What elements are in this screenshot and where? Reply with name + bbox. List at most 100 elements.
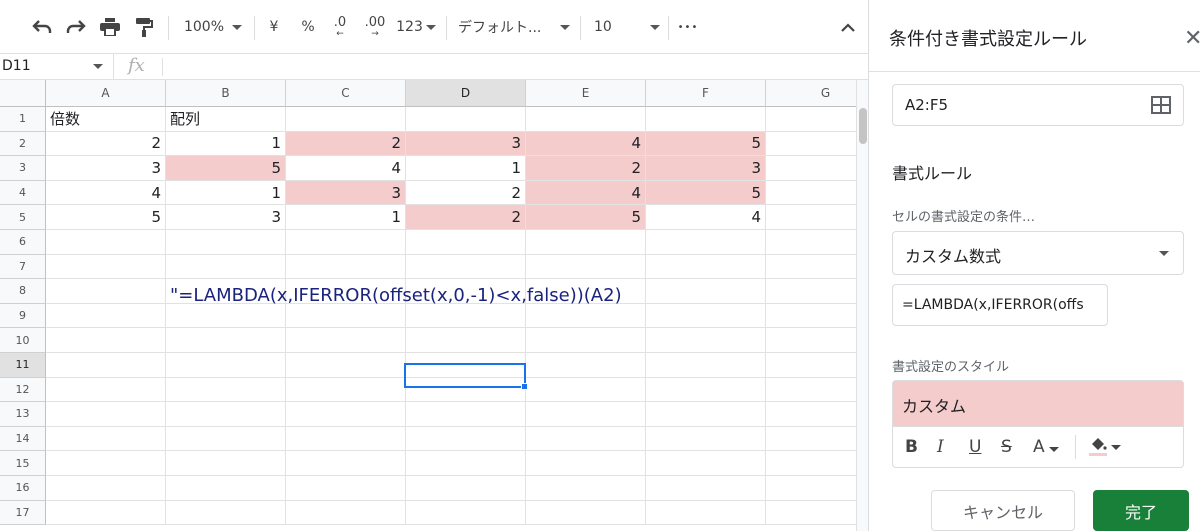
row-header-14[interactable]: 14 [0, 426, 46, 452]
increase-decimal-button[interactable]: .00 → [360, 14, 390, 40]
cell-b5[interactable]: 3 [166, 205, 286, 230]
cell-d2[interactable]: 3 [406, 131, 526, 157]
cell-f8[interactable] [646, 279, 766, 304]
cell-b1[interactable]: 配列 [166, 107, 286, 132]
cell-e5[interactable]: 5 [526, 205, 646, 230]
column-header-d[interactable]: D [406, 80, 526, 107]
cell-d13[interactable] [406, 402, 526, 427]
cell-g5[interactable] [766, 205, 856, 230]
custom-formula-input[interactable]: =LAMBDA(x,IFERROR(offs [892, 284, 1108, 326]
currency-format-button[interactable]: ¥ [264, 14, 284, 40]
cell-f16[interactable] [646, 476, 766, 501]
cell-c2[interactable]: 2 [286, 131, 406, 157]
range-input[interactable]: A2:F5 [892, 84, 1184, 126]
cell-e2[interactable]: 4 [526, 131, 646, 157]
column-header-b[interactable]: B [166, 80, 286, 107]
cell-c11[interactable] [286, 353, 406, 378]
cell-g8[interactable] [766, 279, 856, 304]
cell-d1[interactable] [406, 107, 526, 132]
grid-select-icon[interactable] [1151, 96, 1171, 114]
cell-c1[interactable] [286, 107, 406, 132]
number-format-select[interactable]: 123 [396, 14, 436, 40]
cell-a14[interactable] [46, 426, 166, 452]
cell-b12[interactable] [166, 377, 286, 403]
cell-g4[interactable] [766, 181, 856, 206]
cell-e15[interactable] [526, 451, 646, 476]
cell-b17[interactable] [166, 500, 286, 526]
row-header-12[interactable]: 12 [0, 377, 46, 403]
row-header-16[interactable]: 16 [0, 476, 46, 501]
cell-a11[interactable] [46, 353, 166, 378]
cell-a15[interactable] [46, 451, 166, 476]
cell-f14[interactable] [646, 426, 766, 452]
cell-d4[interactable]: 2 [406, 180, 526, 206]
row-header-17[interactable]: 17 [0, 500, 46, 526]
row-header-13[interactable]: 13 [0, 402, 46, 427]
row-header-1[interactable]: 1 [0, 107, 46, 132]
cell-e16[interactable] [526, 476, 646, 501]
cell-c4[interactable]: 3 [286, 180, 406, 206]
cell-g7[interactable] [766, 255, 856, 280]
cell-d7[interactable] [406, 254, 526, 280]
font-size-select[interactable]: 10 [594, 14, 660, 40]
cell-g17[interactable] [766, 501, 856, 526]
cell-a10[interactable] [46, 328, 166, 353]
cell-a16[interactable] [46, 476, 166, 501]
undo-icon[interactable] [28, 14, 56, 40]
cell-e6[interactable] [526, 230, 646, 255]
cell-e11[interactable] [526, 353, 646, 378]
cell-g10[interactable] [766, 328, 856, 353]
cell-d9[interactable] [406, 303, 526, 329]
strikethrough-button[interactable]: S [1001, 437, 1012, 457]
scrollbar-thumb[interactable] [859, 108, 867, 144]
cell-e4[interactable]: 4 [526, 180, 646, 206]
cell-g16[interactable] [766, 476, 856, 501]
decrease-decimal-button[interactable]: .0 ← [326, 14, 354, 40]
row-header-9[interactable]: 9 [0, 303, 46, 329]
row-header-7[interactable]: 7 [0, 254, 46, 280]
cell-c17[interactable] [286, 500, 406, 526]
cancel-button[interactable]: キャンセル [931, 490, 1075, 531]
cell-d15[interactable] [406, 451, 526, 476]
cell-e9[interactable] [526, 303, 646, 329]
condition-select[interactable]: カスタム数式 [892, 231, 1184, 275]
collapse-toolbar-icon[interactable] [836, 14, 860, 40]
cell-f6[interactable] [646, 230, 766, 255]
cell-g1[interactable] [766, 107, 856, 132]
zoom-select[interactable]: 100% [180, 14, 246, 40]
paint-format-icon[interactable] [130, 14, 158, 40]
cell-e3[interactable]: 2 [526, 156, 646, 181]
cell-b4[interactable]: 1 [166, 180, 286, 206]
cell-e14[interactable] [526, 426, 646, 452]
cell-g15[interactable] [766, 451, 856, 476]
cell-g6[interactable] [766, 230, 856, 255]
cell-e7[interactable] [526, 254, 646, 280]
cell-g13[interactable] [766, 402, 856, 427]
cell-e17[interactable] [526, 500, 646, 526]
style-preview[interactable]: カスタム [892, 380, 1184, 426]
row-header-8[interactable]: 8 [0, 279, 46, 304]
cell-c3[interactable]: 4 [286, 156, 406, 181]
cell-a12[interactable] [46, 377, 166, 403]
cell-d14[interactable] [406, 426, 526, 452]
cell-c14[interactable] [286, 426, 406, 452]
column-header-g[interactable]: G [766, 80, 856, 107]
cell-c7[interactable] [286, 254, 406, 280]
cell-c15[interactable] [286, 451, 406, 476]
select-all-corner[interactable] [0, 80, 46, 107]
column-header-f[interactable]: F [646, 80, 766, 107]
fill-handle[interactable] [521, 383, 528, 390]
cell-b14[interactable] [166, 426, 286, 452]
cell-a2[interactable]: 2 [46, 131, 166, 157]
cell-b10[interactable] [166, 328, 286, 353]
cell-f7[interactable] [646, 254, 766, 280]
row-header-15[interactable]: 15 [0, 451, 46, 476]
cell-f4[interactable]: 5 [646, 180, 766, 206]
cell-a13[interactable] [46, 402, 166, 427]
cell-f9[interactable] [646, 303, 766, 329]
cell-f3[interactable]: 3 [646, 156, 766, 181]
close-icon[interactable]: ✕ [1184, 28, 1200, 50]
cell-f1[interactable] [646, 107, 766, 132]
cell-d5[interactable]: 2 [406, 205, 526, 230]
cell-d10[interactable] [406, 328, 526, 353]
